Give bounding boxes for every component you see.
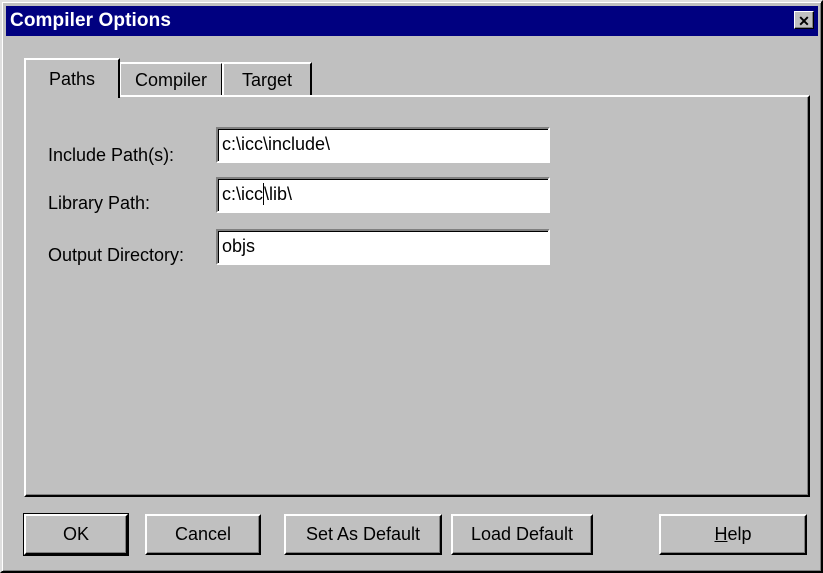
window-title: Compiler Options [10, 10, 171, 31]
library-path-value-start: c:\icc [222, 184, 264, 204]
compiler-options-dialog: Compiler Options ✕ Paths Compiler Target… [0, 0, 823, 573]
tab-target[interactable]: Target [222, 62, 312, 96]
library-path-label: Library Path: [48, 193, 151, 213]
cancel-button-label: Cancel [174, 524, 232, 544]
output-directory-input[interactable]: objs [216, 229, 550, 265]
ok-button-label: OK [62, 524, 89, 544]
tab-compiler[interactable]: Compiler [119, 62, 223, 96]
tab-target-label: Target [241, 69, 293, 90]
set-as-default-button-label: Set As Default [305, 524, 421, 544]
close-button[interactable]: ✕ [794, 11, 814, 29]
paths-tab-panel: Include Path(s): c:\icc\include\ Library… [24, 95, 810, 497]
include-path-input[interactable]: c:\icc\include\ [216, 127, 550, 163]
tab-compiler-label: Compiler [134, 69, 208, 90]
help-button-label: Help [714, 524, 752, 544]
output-directory-label: Output Directory: [48, 245, 185, 265]
library-path-value-end: \lib\ [264, 184, 293, 204]
load-default-button[interactable]: Load Default [451, 514, 593, 555]
library-path-input[interactable]: c:\icc\lib\ [216, 177, 550, 213]
cancel-button[interactable]: Cancel [145, 514, 261, 555]
close-icon: ✕ [798, 13, 810, 29]
include-path-label: Include Path(s): [48, 145, 175, 165]
title-bar[interactable]: Compiler Options ✕ [6, 6, 818, 36]
help-button[interactable]: Help [659, 514, 807, 555]
load-default-button-label: Load Default [470, 524, 574, 544]
tab-paths-label: Paths [48, 68, 96, 89]
set-as-default-button[interactable]: Set As Default [284, 514, 442, 555]
tab-paths[interactable]: Paths [24, 58, 120, 98]
ok-button[interactable]: OK [23, 513, 129, 556]
